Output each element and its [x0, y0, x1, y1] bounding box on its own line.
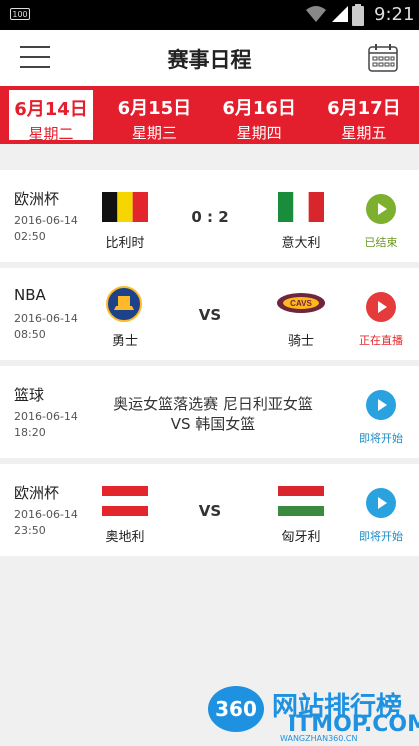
home-team-name: 勇士: [111, 334, 138, 349]
battery-indicator: 100: [10, 8, 30, 20]
tab-date-label: 6月15日: [117, 98, 192, 119]
play-icon[interactable]: [366, 390, 396, 420]
match-time: 08:50: [14, 328, 46, 341]
away-team-name: 意大利: [281, 236, 321, 251]
event-title: 奥运女篮落选赛 尼日利亚女篮 VS 韩国女篮: [100, 394, 326, 434]
league-label: 篮球: [14, 386, 45, 404]
austria-flag-icon: [102, 486, 148, 516]
league-label: 欧洲杯: [14, 190, 60, 208]
status-bar: 100 9:21: [0, 0, 419, 30]
signal-icon: [332, 6, 348, 22]
match-time: 18:20: [14, 426, 46, 439]
watermark-badge: 360: [208, 686, 264, 732]
league-label: NBA: [14, 286, 46, 304]
tab-date-0614[interactable]: 6月14日 星期二: [8, 89, 94, 143]
match-date: 2016-06-14: [14, 410, 78, 423]
event-line: 奥运女篮落选赛 尼日利亚女篮: [113, 395, 313, 413]
svg-text:CAVS: CAVS: [290, 299, 312, 308]
match-score: VS: [198, 502, 222, 520]
league-label: 欧洲杯: [14, 484, 60, 502]
tab-date-0617[interactable]: 6月17日 星期五: [312, 86, 417, 144]
play-icon[interactable]: [366, 488, 396, 518]
tab-date-label: 6月16日: [222, 98, 296, 119]
tab-date-0615[interactable]: 6月15日 星期三: [102, 86, 207, 144]
event-line: VS 韩国女篮: [170, 415, 256, 433]
hungary-flag-icon: [278, 486, 324, 516]
match-status: 已结束: [364, 236, 398, 249]
play-icon[interactable]: [366, 292, 396, 322]
home-team-name: 奥地利: [105, 530, 145, 545]
belgium-flag-icon: [102, 192, 148, 222]
match-card[interactable]: 欧洲杯 2016-06-14 23:50 奥地利 VS 匈牙利 即将开始: [0, 464, 419, 556]
wifi-icon: [306, 6, 326, 22]
tab-weekday-label: 星期三: [131, 124, 177, 142]
warriors-logo-icon: [106, 286, 142, 322]
match-time: 23:50: [14, 524, 46, 537]
match-score: 0 : 2: [191, 208, 229, 226]
app-header: 赛事日程: [0, 30, 419, 86]
match-card[interactable]: 篮球 2016-06-14 18:20 奥运女篮落选赛 尼日利亚女篮 VS 韩国…: [0, 366, 419, 458]
home-team-name: 比利时: [105, 236, 145, 251]
tab-date-label: 6月14日: [14, 99, 88, 120]
tab-weekday-label: 星期二: [28, 125, 74, 143]
match-status: 正在直播: [359, 334, 403, 347]
tab-date-0616[interactable]: 6月16日 星期四: [207, 86, 312, 144]
status-time: 9:21: [374, 4, 415, 25]
match-time: 02:50: [14, 230, 46, 243]
calendar-icon[interactable]: [368, 44, 398, 72]
watermark-url: WANGZHAN360.CN: [280, 734, 358, 743]
battery-icon: [352, 4, 364, 26]
away-team-name: 骑士: [287, 334, 314, 349]
tab-weekday-label: 星期五: [341, 124, 387, 142]
match-date: 2016-06-14: [14, 508, 78, 521]
page-title: 赛事日程: [167, 48, 252, 72]
tab-weekday-label: 星期四: [236, 124, 282, 142]
cavaliers-logo-icon: CAVS: [277, 293, 325, 313]
play-icon[interactable]: [366, 194, 396, 224]
date-tab-bar: 6月14日 星期二 6月15日 星期三 6月16日 星期四 6月17日 星期五: [0, 86, 419, 144]
match-card[interactable]: NBA 2016-06-14 08:50 勇士 VS CAVS 骑士 正在直播: [0, 268, 419, 360]
match-status: 即将开始: [359, 530, 403, 543]
match-card[interactable]: 欧洲杯 2016-06-14 02:50 比利时 0 : 2 意大利 已结束: [0, 170, 419, 262]
match-score: VS: [198, 306, 222, 324]
away-team-name: 匈牙利: [281, 530, 321, 545]
tab-date-label: 6月17日: [327, 98, 401, 119]
match-date: 2016-06-14: [14, 214, 78, 227]
italy-flag-icon: [278, 192, 324, 222]
match-status: 即将开始: [359, 432, 403, 445]
match-date: 2016-06-14: [14, 312, 78, 325]
